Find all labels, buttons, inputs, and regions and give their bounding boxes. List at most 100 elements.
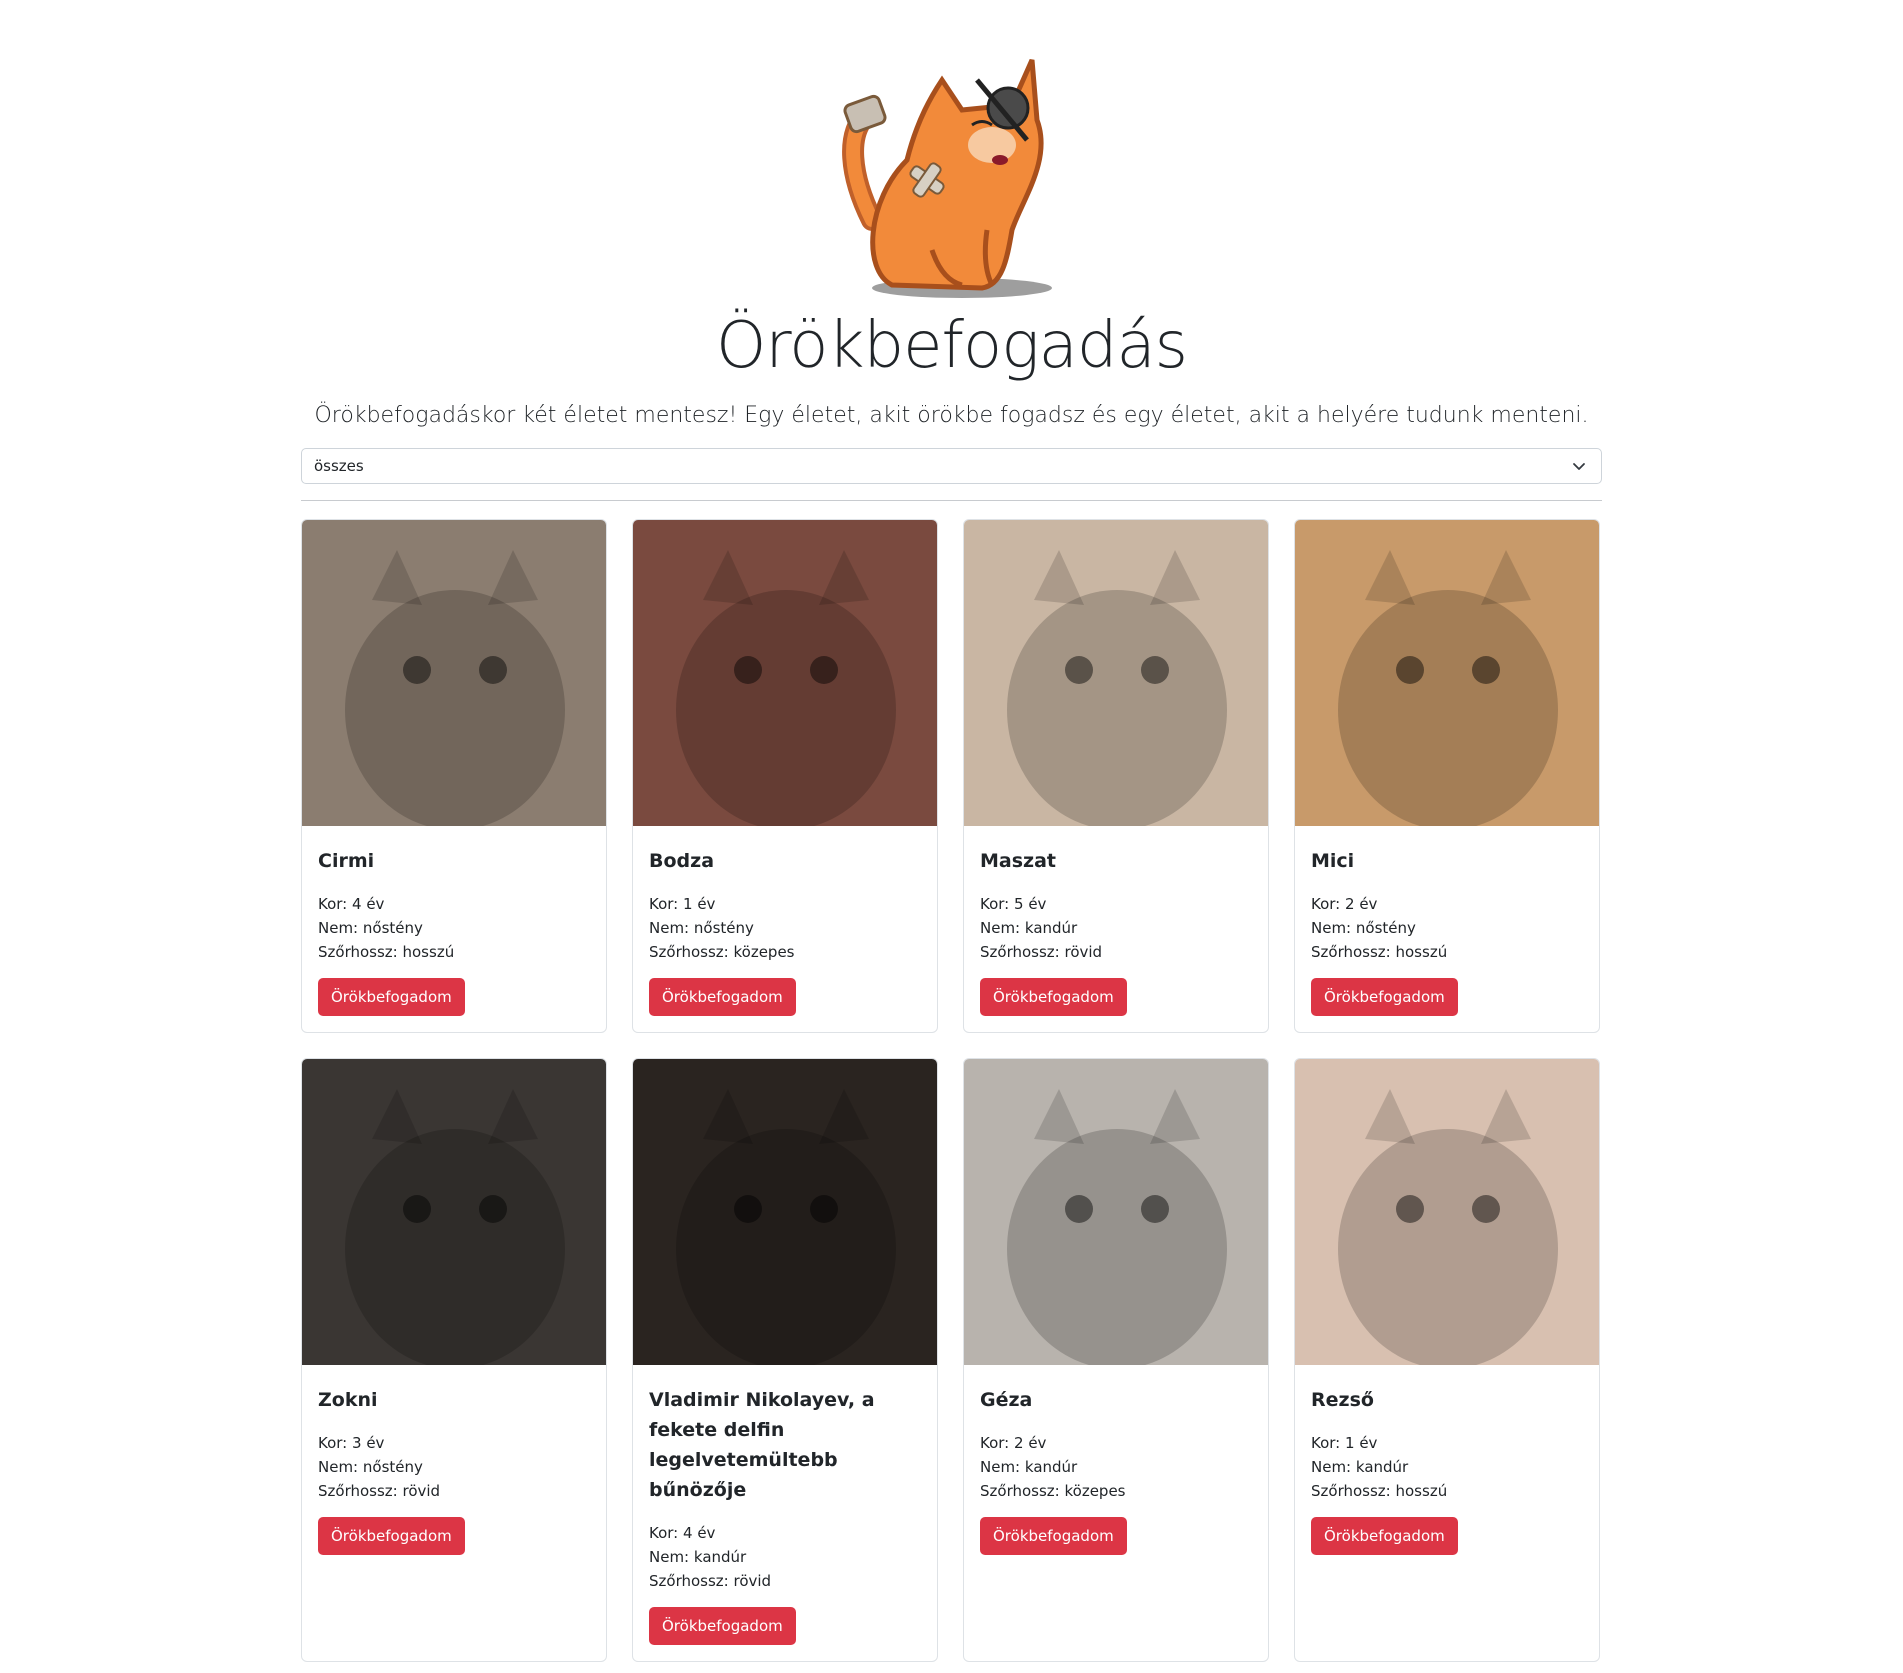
cat-sex-row: Nem: nőstény [318, 1458, 423, 1477]
cat-card-body: Zokni Kor: 3 év Nem: nőstény Szőrhossz: … [302, 1365, 606, 1571]
cat-fur-row: Szőrhossz: rövid [980, 943, 1103, 962]
cat-photo [1295, 520, 1599, 827]
cat-age-row: Kor: 1 év [649, 895, 716, 914]
cat-sex-row: Nem: kandúr [649, 1548, 747, 1567]
cat-card-body: Cirmi Kor: 4 év Nem: nőstény Szőrhossz: … [302, 826, 606, 1032]
adopt-button[interactable]: Örökbefogadom [1311, 978, 1458, 1017]
adopt-button[interactable]: Örökbefogadom [980, 978, 1127, 1017]
cat-photo [302, 1059, 606, 1366]
cat-card: Zokni Kor: 3 év Nem: nőstény Szőrhossz: … [301, 1058, 607, 1663]
cat-info: Kor: 4 év Nem: kandúr Szőrhossz: rövid [649, 1521, 921, 1593]
cat-name: Géza [980, 1389, 1033, 1412]
cat-photo [964, 1059, 1268, 1366]
cat-info: Kor: 5 év Nem: kandúr Szőrhossz: rövid [980, 892, 1252, 964]
page-lead: Örökbefogadáskor két életet mentesz! Egy… [314, 403, 1589, 429]
cat-sex: nőstény [1355, 919, 1416, 938]
cat-info: Kor: 1 év Nem: nőstény Szőrhossz: közepe… [649, 892, 921, 964]
cat-age: 5 év [1014, 895, 1047, 914]
chevron-down-icon [1573, 463, 1585, 471]
cat-fur-row: Szőrhossz: közepes [649, 943, 795, 962]
cat-name: Vladimir Nikolayev, a fekete delfin lege… [649, 1389, 875, 1502]
cat-sex: nőstény [362, 1458, 423, 1477]
filter-select-value: összes [314, 457, 364, 476]
cat-fur: közepes [1064, 1482, 1126, 1501]
cat-age-row: Kor: 3 év [318, 1434, 385, 1453]
cat-photo [633, 520, 937, 827]
cat-sex: nőstény [693, 919, 754, 938]
cat-age: 4 év [352, 895, 385, 914]
cat-photo [1295, 1059, 1599, 1366]
cat-card-body: Vladimir Nikolayev, a fekete delfin lege… [633, 1365, 937, 1661]
cat-name: Bodza [649, 850, 715, 873]
adopt-button[interactable]: Örökbefogadom [318, 1517, 465, 1556]
cat-age-row: Kor: 1 év [1311, 1434, 1378, 1453]
cat-age: 2 év [1014, 1434, 1047, 1453]
cat-fur-row: Szőrhossz: hosszú [1311, 943, 1448, 962]
cat-sex: kandúr [693, 1548, 747, 1567]
cat-card-body: Mici Kor: 2 év Nem: nőstény Szőrhossz: h… [1295, 826, 1599, 1032]
cat-card: Maszat Kor: 5 év Nem: kandúr Szőrhossz: … [963, 519, 1269, 1034]
cat-sex: kandúr [1355, 1458, 1409, 1477]
cat-sex-row: Nem: kandúr [980, 919, 1078, 938]
adopt-button[interactable]: Örökbefogadom [649, 978, 796, 1017]
adopt-button[interactable]: Örökbefogadom [980, 1517, 1127, 1556]
cat-fur: közepes [733, 943, 795, 962]
cat-fur-row: Szőrhossz: rövid [649, 1572, 772, 1591]
page-container: Örökbefogadás Örökbefogadáskor két élete… [301, 0, 1602, 1663]
cat-age-row: Kor: 4 év [318, 895, 385, 914]
cat-age: 1 év [1345, 1434, 1378, 1453]
cat-fur: hosszú [1395, 943, 1448, 962]
cat-fur-row: Szőrhossz: közepes [980, 1482, 1126, 1501]
cat-card: Rezső Kor: 1 év Nem: kandúr Szőrhossz: h… [1294, 1058, 1600, 1663]
cat-info: Kor: 1 év Nem: kandúr Szőrhossz: hosszú [1311, 1431, 1583, 1503]
cat-fur: hosszú [402, 943, 455, 962]
cat-fur-row: Szőrhossz: hosszú [1311, 1482, 1448, 1501]
cat-sex-row: Nem: nőstény [649, 919, 754, 938]
cat-grid: Cirmi Kor: 4 év Nem: nőstény Szőrhossz: … [301, 519, 1602, 1663]
adopt-button[interactable]: Örökbefogadom [1311, 1517, 1458, 1556]
cat-age: 4 év [683, 1524, 716, 1543]
filter-select[interactable]: összes [301, 448, 1602, 485]
cat-name: Cirmi [318, 850, 375, 873]
cat-name: Rezső [1311, 1389, 1374, 1412]
cat-fur: rövid [1064, 943, 1103, 962]
cat-sex-row: Nem: nőstény [318, 919, 423, 938]
cat-card: Vladimir Nikolayev, a fekete delfin lege… [632, 1058, 938, 1663]
cat-age-row: Kor: 2 év [980, 1434, 1047, 1453]
cat-card: Cirmi Kor: 4 év Nem: nőstény Szőrhossz: … [301, 519, 607, 1034]
cat-card: Mici Kor: 2 év Nem: nőstény Szőrhossz: h… [1294, 519, 1600, 1034]
cat-photo [302, 520, 606, 827]
page-title: Örökbefogadás [716, 309, 1188, 383]
cat-card-body: Géza Kor: 2 év Nem: kandúr Szőrhossz: kö… [964, 1365, 1268, 1571]
cat-card-body: Rezső Kor: 1 év Nem: kandúr Szőrhossz: h… [1295, 1365, 1599, 1571]
cat-card-body: Bodza Kor: 1 év Nem: nőstény Szőrhossz: … [633, 826, 937, 1032]
cat-photo [964, 520, 1268, 827]
cat-age: 2 év [1345, 895, 1378, 914]
cat-sex-row: Nem: kandúr [1311, 1458, 1409, 1477]
cat-info: Kor: 2 év Nem: kandúr Szőrhossz: közepes [980, 1431, 1252, 1503]
grumpy-cat-logo [841, 58, 1052, 298]
cat-card: Bodza Kor: 1 év Nem: nőstény Szőrhossz: … [632, 519, 938, 1034]
cat-fur: rövid [733, 1572, 772, 1591]
cat-fur-row: Szőrhossz: rövid [318, 1482, 441, 1501]
cat-card-body: Maszat Kor: 5 év Nem: kandúr Szőrhossz: … [964, 826, 1268, 1032]
cat-sex: nőstény [362, 919, 423, 938]
cat-name: Mici [1311, 850, 1355, 873]
cat-sex-row: Nem: kandúr [980, 1458, 1078, 1477]
cat-fur-row: Szőrhossz: hosszú [318, 943, 455, 962]
divider [301, 500, 1602, 502]
cat-fur: hosszú [1395, 1482, 1448, 1501]
cat-age-row: Kor: 4 év [649, 1524, 716, 1543]
adopt-button[interactable]: Örökbefogadom [649, 1607, 796, 1646]
cat-sex-row: Nem: nőstény [1311, 919, 1416, 938]
cat-sex: kandúr [1024, 919, 1078, 938]
adopt-button[interactable]: Örökbefogadom [318, 978, 465, 1017]
cat-card: Géza Kor: 2 év Nem: kandúr Szőrhossz: kö… [963, 1058, 1269, 1663]
cat-info: Kor: 4 év Nem: nőstény Szőrhossz: hosszú [318, 892, 590, 964]
cat-info: Kor: 3 év Nem: nőstény Szőrhossz: rövid [318, 1431, 590, 1503]
cat-age: 3 év [352, 1434, 385, 1453]
cat-age-row: Kor: 2 év [1311, 895, 1378, 914]
cat-name: Maszat [980, 850, 1056, 873]
cat-age-row: Kor: 5 év [980, 895, 1047, 914]
cat-info: Kor: 2 év Nem: nőstény Szőrhossz: hosszú [1311, 892, 1583, 964]
